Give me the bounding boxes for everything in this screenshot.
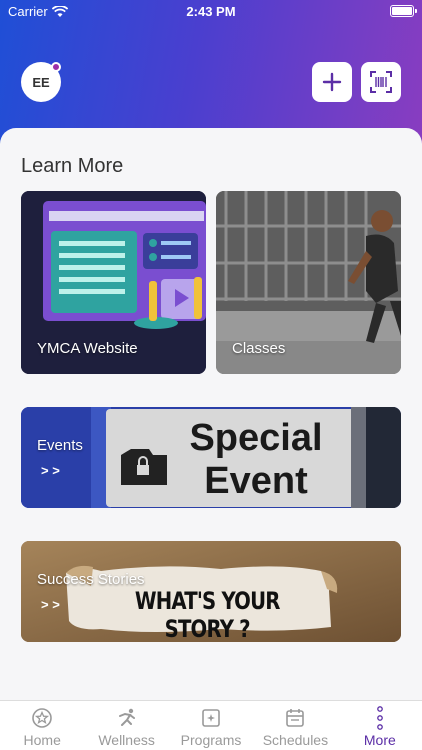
programs-icon (202, 709, 220, 727)
tab-home[interactable]: Home (0, 701, 84, 750)
events-image-line: Event (204, 460, 308, 502)
tab-label: Programs (180, 732, 242, 748)
avatar[interactable]: EE (21, 62, 61, 102)
running-figure-icon (118, 708, 135, 726)
card-events[interactable]: Special Event Events > > (21, 407, 401, 508)
calendar-icon (286, 709, 305, 727)
tab-schedules[interactable]: Schedules (253, 701, 337, 750)
plus-icon (322, 72, 342, 92)
tab-label: Home (23, 732, 61, 748)
tab-label: More (363, 732, 396, 748)
section-title: Learn More (21, 155, 124, 177)
barcode-scan-icon (370, 71, 392, 93)
tab-programs[interactable]: Programs (169, 701, 253, 750)
card-classes[interactable]: Classes (216, 191, 401, 374)
notification-dot (51, 62, 61, 72)
tab-wellness[interactable]: Wellness (84, 701, 168, 750)
battery-icon (390, 5, 417, 17)
card-success-stories[interactable]: WHAT'S YOUR STORY ? Success Stories > > (21, 541, 401, 642)
status-bar: Carrier 2:43 PM (0, 0, 422, 22)
card-arrow: > > (41, 463, 60, 478)
tab-bar: Home Wellness Programs Schedules More (0, 700, 422, 750)
barcode-scan-button[interactable] (361, 62, 401, 102)
vertical-dots-icon (376, 706, 383, 730)
avatar-initials: EE (32, 74, 50, 90)
card-label: Classes (232, 340, 286, 357)
events-image-text: Special Event (171, 417, 341, 503)
add-button[interactable] (312, 62, 352, 102)
card-label: Success Stories (37, 571, 145, 588)
tab-label: Schedules (262, 732, 329, 748)
card-ymca-website[interactable]: YMCA Website (21, 191, 206, 374)
tab-label: Wellness (98, 732, 155, 748)
events-image-line: Special (189, 417, 323, 459)
star-circle-icon (32, 708, 53, 728)
card-arrow: > > (41, 597, 60, 612)
card-label: YMCA Website (37, 340, 138, 357)
tab-more[interactable]: More (338, 701, 422, 750)
success-stories-image-text: WHAT'S YOUR STORY ? (134, 587, 281, 642)
status-time: 2:43 PM (186, 4, 236, 19)
card-label: Events (37, 437, 83, 454)
